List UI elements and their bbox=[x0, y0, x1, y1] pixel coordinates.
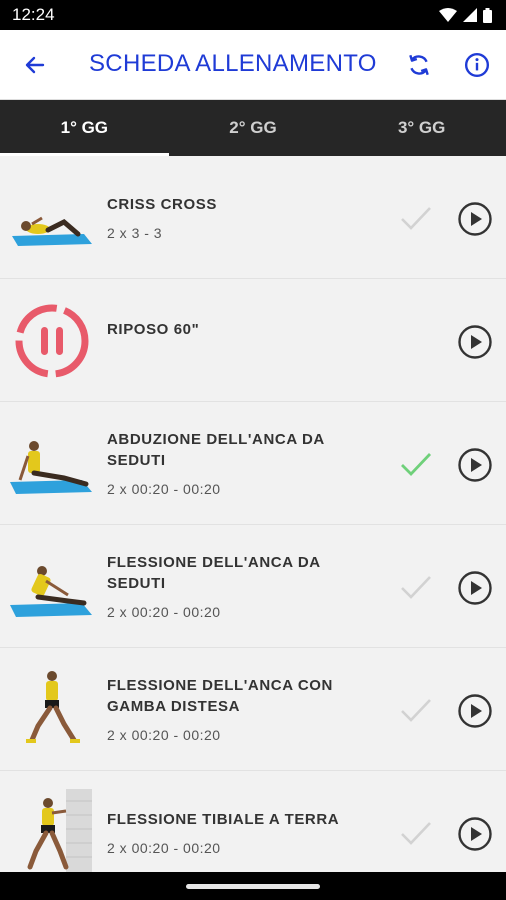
exercise-thumbnail bbox=[8, 666, 96, 754]
play-button-icon[interactable] bbox=[457, 693, 493, 729]
back-button[interactable] bbox=[0, 30, 70, 100]
play-button-icon[interactable] bbox=[457, 570, 493, 606]
check-icon[interactable] bbox=[398, 818, 434, 848]
refresh-icon bbox=[409, 54, 429, 76]
tab-day-3[interactable]: 3° GG bbox=[337, 100, 506, 156]
exercise-thumbnail bbox=[8, 420, 96, 508]
play-button-icon[interactable] bbox=[457, 816, 493, 852]
refresh-button[interactable] bbox=[396, 42, 442, 88]
rest-pause-icon bbox=[8, 297, 96, 385]
wifi-icon bbox=[439, 8, 457, 22]
check-icon[interactable] bbox=[398, 695, 434, 725]
play-button-icon[interactable] bbox=[457, 201, 493, 237]
exercise-name: FLESSIONE DELL'ANCA DA SEDUTI bbox=[107, 554, 321, 592]
exercise-detail: 2 x 00:20 - 00:20 bbox=[107, 481, 221, 497]
check-icon[interactable] bbox=[398, 449, 434, 479]
exercise-name: ABDUZIONE DELL'ANCA DA SEDUTI bbox=[107, 431, 325, 469]
info-icon bbox=[464, 52, 490, 78]
day-tabs: 1° GG 2° GG 3° GG bbox=[0, 100, 506, 156]
status-time: 12:24 bbox=[12, 5, 55, 24]
tab-day-1[interactable]: 1° GG bbox=[0, 100, 169, 156]
exercise-thumbnail bbox=[8, 789, 96, 872]
home-gesture-handle[interactable] bbox=[186, 883, 320, 889]
exercise-name: RIPOSO 60" bbox=[107, 321, 200, 338]
exercise-name: FLESSIONE DELL'ANCA CON GAMBA DISTESA bbox=[107, 677, 333, 715]
list-item[interactable]: FLESSIONE DELL'ANCA CON GAMBA DISTESA 2 … bbox=[0, 648, 506, 771]
check-icon[interactable] bbox=[398, 572, 434, 602]
exercise-name: CRISS CROSS bbox=[107, 195, 217, 213]
list-item[interactable]: ABDUZIONE DELL'ANCA DA SEDUTI 2 x 00:20 … bbox=[0, 402, 506, 525]
status-icons bbox=[439, 7, 492, 23]
list-item[interactable]: RIPOSO 60" bbox=[0, 279, 506, 402]
exercise-name: FLESSIONE TIBIALE A TERRA bbox=[107, 810, 340, 828]
arrow-left-icon bbox=[25, 56, 45, 73]
list-item[interactable]: CRISS CROSS 2 x 3 - 3 bbox=[0, 156, 506, 279]
info-button[interactable] bbox=[454, 42, 500, 88]
check-icon[interactable] bbox=[398, 203, 434, 233]
exercise-detail: 2 x 00:20 - 00:20 bbox=[107, 727, 221, 743]
app-bar: SCHEDA ALLENAMENTO bbox=[0, 30, 506, 100]
battery-icon bbox=[483, 7, 492, 23]
system-nav-bar bbox=[0, 872, 506, 900]
tab-day-2[interactable]: 2° GG bbox=[169, 100, 338, 156]
play-button-icon[interactable] bbox=[457, 447, 493, 483]
page-title: SCHEDA ALLENAMENTO bbox=[89, 50, 377, 77]
exercise-detail: 2 x 00:20 - 00:20 bbox=[107, 839, 221, 856]
exercise-detail: 2 x 3 - 3 bbox=[107, 224, 163, 241]
exercise-thumbnail bbox=[8, 543, 96, 631]
exercise-detail: 2 x 00:20 - 00:20 bbox=[107, 604, 221, 620]
status-bar: 12:24 bbox=[0, 0, 506, 30]
exercise-list: CRISS CROSS 2 x 3 - 3 RIPOSO 60" ABDUZIO… bbox=[0, 156, 506, 872]
signal-icon bbox=[463, 8, 477, 22]
exercise-thumbnail bbox=[8, 174, 96, 262]
list-item[interactable]: FLESSIONE DELL'ANCA DA SEDUTI 2 x 00:20 … bbox=[0, 525, 506, 648]
list-item[interactable]: FLESSIONE TIBIALE A TERRA 2 x 00:20 - 00… bbox=[0, 771, 506, 872]
play-button-icon[interactable] bbox=[457, 324, 493, 360]
